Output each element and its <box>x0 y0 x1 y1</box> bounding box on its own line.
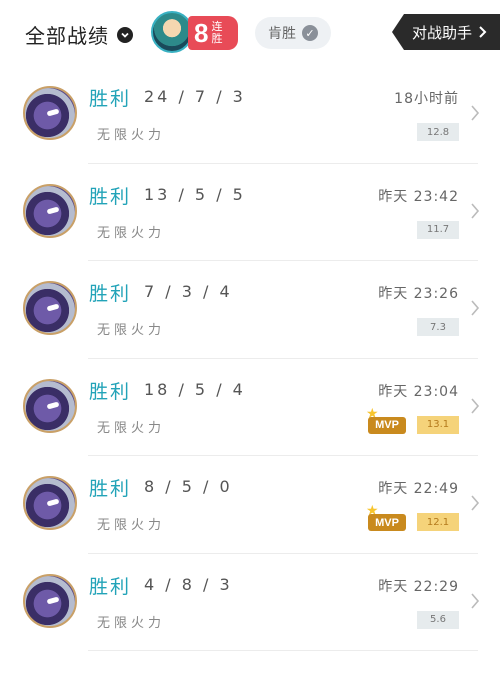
match-time: 昨天 22:29 <box>378 578 459 595</box>
match-row[interactable]: 胜利 8 / 5 / 0 无限火力 昨天 22:49 ★ MVP 12.1 <box>0 456 500 554</box>
match-result: 胜利 <box>89 185 132 208</box>
match-result: 胜利 <box>89 88 132 110</box>
chevron-right-icon <box>471 592 480 609</box>
battle-assistant-button[interactable]: 对战助手 <box>392 14 500 50</box>
chevron-right-icon <box>471 495 480 511</box>
match-kda: 7 / 3 / 4 <box>144 282 233 301</box>
match-result: 胜利 <box>89 283 132 305</box>
match-row[interactable]: 胜利 13 / 5 / 5 无限火力 昨天 23:42 11.7 <box>0 164 500 262</box>
win-filter-button[interactable]: 肯胜 ✓ <box>255 17 331 49</box>
streak-label: 连胜 <box>211 20 223 45</box>
chevron-right-icon <box>471 300 480 316</box>
match-time: 昨天 23:26 <box>378 286 459 302</box>
match-score: 5.6 <box>417 610 459 629</box>
match-row[interactable]: 胜利 4 / 8 / 3 无限火力 昨天 22:29 5.6 <box>0 554 500 652</box>
match-list: 胜利 24 / 7 / 3 无限火力 18小时前 12.8 胜利 13 / 5 … <box>0 66 500 651</box>
chevron-right-icon <box>471 202 480 219</box>
check-icon: ✓ <box>302 25 318 41</box>
match-result: 胜利 <box>89 575 132 598</box>
header: 全部战绩 8 连胜 肯胜 ✓ 对战助手 <box>0 0 500 66</box>
hero-avatar <box>151 11 193 53</box>
match-score: 7.3 <box>417 318 459 336</box>
game-mode: 无限火力 <box>97 420 166 436</box>
match-row[interactable]: 胜利 18 / 5 / 4 无限火力 昨天 23:04 ★ MVP 13.1 <box>0 359 500 457</box>
match-score: 12.8 <box>417 123 459 141</box>
mvp-badge: ★ MVP <box>366 407 406 435</box>
match-time: 昨天 23:04 <box>378 383 459 400</box>
match-kda: 18 / 5 / 4 <box>144 379 246 399</box>
game-mode: 无限火力 <box>97 128 166 143</box>
match-kda: 4 / 8 / 3 <box>144 574 233 594</box>
filter-label: 肯胜 <box>268 26 296 42</box>
mvp-label: MVP <box>368 514 406 531</box>
chevron-right-icon <box>479 26 487 38</box>
mvp-badge: ★ MVP <box>366 504 406 532</box>
match-kda: 8 / 5 / 0 <box>144 477 233 496</box>
match-score: 11.7 <box>417 220 459 239</box>
chevron-right-icon <box>471 105 480 121</box>
match-time: 昨天 23:42 <box>378 188 459 205</box>
match-result: 胜利 <box>89 478 132 500</box>
hero-avatar <box>23 86 77 140</box>
page-title: 全部战绩 <box>25 24 109 48</box>
hero-avatar <box>23 476 77 530</box>
match-kda: 13 / 5 / 5 <box>144 184 246 204</box>
chevron-down-icon <box>117 26 133 43</box>
match-score: 12.1 <box>417 513 459 531</box>
match-score: 13.1 <box>417 415 459 434</box>
match-row[interactable]: 胜利 24 / 7 / 3 无限火力 18小时前 12.8 <box>0 66 500 164</box>
game-mode: 无限火力 <box>97 518 166 533</box>
all-records-dropdown[interactable]: 全部战绩 <box>25 20 133 49</box>
match-kda: 24 / 7 / 3 <box>144 87 246 106</box>
match-time: 昨天 22:49 <box>378 481 459 497</box>
game-mode: 无限火力 <box>97 225 166 241</box>
match-result: 胜利 <box>89 380 132 403</box>
hero-avatar <box>23 378 77 433</box>
game-mode: 无限火力 <box>97 323 166 338</box>
match-row[interactable]: 胜利 7 / 3 / 4 无限火力 昨天 23:26 7.3 <box>0 261 500 359</box>
hero-avatar <box>23 281 77 335</box>
hero-avatar <box>23 573 77 628</box>
hero-avatar <box>23 183 77 238</box>
win-streak-badge: 8 连胜 <box>188 16 238 50</box>
assistant-label: 对战助手 <box>411 23 472 42</box>
game-mode: 无限火力 <box>97 615 166 631</box>
chevron-right-icon <box>471 397 480 414</box>
match-time: 18小时前 <box>394 91 459 107</box>
mvp-label: MVP <box>368 416 406 434</box>
streak-count: 8 <box>194 17 209 48</box>
